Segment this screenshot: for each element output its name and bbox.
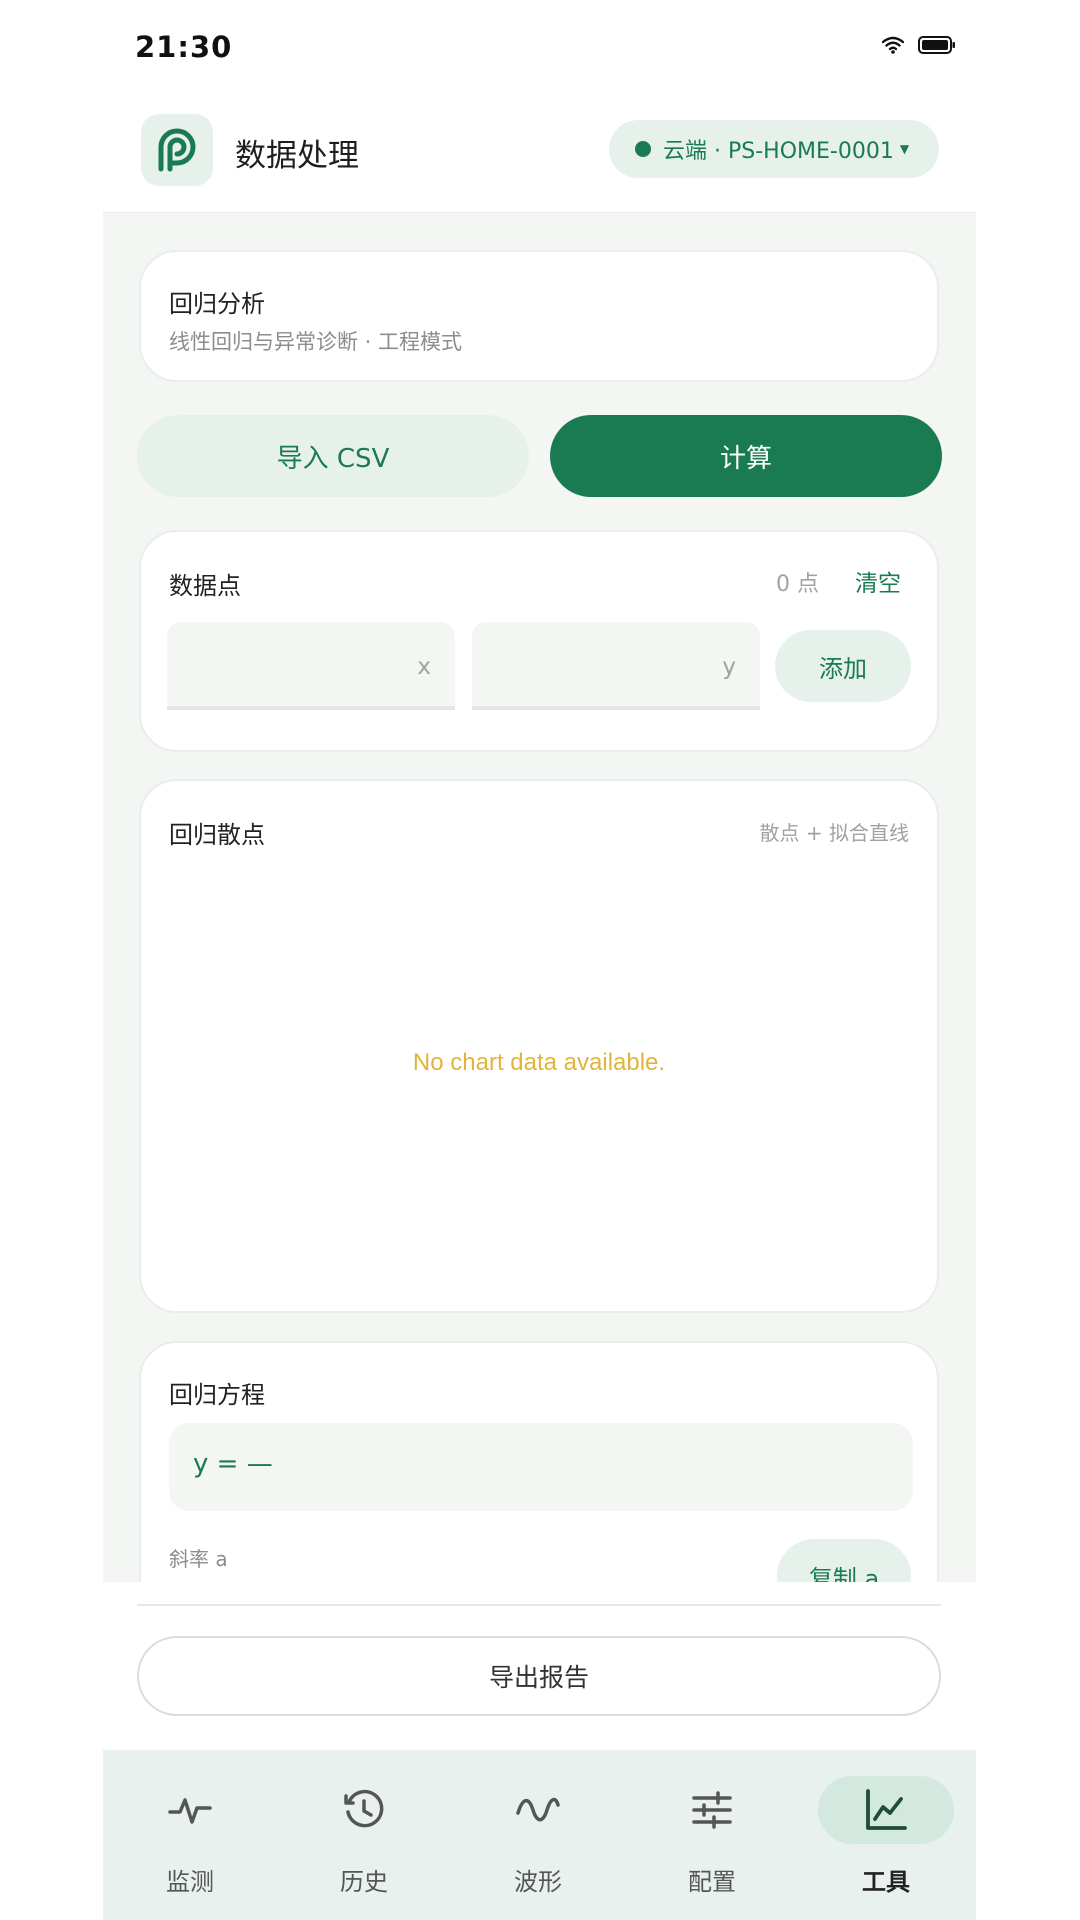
equation-value: y = — (193, 1449, 273, 1479)
intro-card: 回归分析 线性回归与异常诊断 · 工程模式 (139, 250, 939, 382)
clear-button[interactable]: 清空 (855, 564, 901, 598)
equation-card: 回归方程 y = — 斜率 a 复制 a (139, 1341, 939, 1582)
bottom-action-bar: 导出报告 (103, 1582, 976, 1750)
scatter-card: 回归散点 散点 + 拟合直线 No chart data available. (139, 779, 939, 1313)
import-csv-button[interactable]: 导入 CSV (137, 415, 529, 497)
connection-status-dot (635, 141, 651, 157)
data-points-title: 数据点 (169, 572, 241, 600)
wifi-icon (881, 36, 905, 58)
status-icons (881, 36, 956, 58)
nav-label: 监测 (166, 1868, 214, 1896)
app-logo-icon (158, 128, 196, 172)
scatter-hint: 散点 + 拟合直线 (759, 821, 909, 845)
equation-display: y = — (169, 1423, 913, 1511)
export-report-button[interactable]: 导出报告 (137, 1636, 941, 1716)
battery-icon (918, 36, 956, 58)
scroll-content[interactable]: 回归分析 线性回归与异常诊断 · 工程模式 导入 CSV 计算 数据点 0 点 … (103, 213, 976, 1582)
copy-slope-button[interactable]: 复制 a (777, 1539, 911, 1582)
equation-title: 回归方程 (169, 1381, 265, 1409)
intro-subtitle: 线性回归与异常诊断 · 工程模式 (169, 330, 463, 354)
sliders-icon (692, 1791, 732, 1829)
wave-icon (516, 1797, 560, 1822)
add-point-button[interactable]: 添加 (775, 630, 911, 702)
chart-icon (866, 1789, 907, 1830)
slope-label: 斜率 a (169, 1547, 228, 1571)
nav-item-waveform[interactable]: 波形 (451, 1750, 625, 1920)
nav-label: 工具 (862, 1868, 910, 1896)
nav-label: 历史 (340, 1868, 388, 1896)
nav-label: 波形 (514, 1868, 562, 1896)
caret-down-icon: ▼ (899, 142, 910, 156)
nav-item-monitor[interactable]: 监测 (103, 1750, 277, 1920)
x-input[interactable]: x (167, 622, 455, 710)
chart-empty-message: No chart data available. (412, 1049, 666, 1076)
nav-item-history[interactable]: 历史 (277, 1750, 451, 1920)
nav-item-tools[interactable]: 工具 (799, 1750, 973, 1920)
app-header: 数据处理 云端 · PS-HOME-0001 ▼ (103, 98, 976, 213)
status-bar: 21:30 (103, 0, 976, 98)
x-placeholder: x (417, 654, 431, 680)
point-count: 0 点 (776, 572, 819, 597)
y-placeholder: y (722, 654, 736, 680)
history-icon (344, 1789, 384, 1828)
divider (137, 1604, 941, 1606)
app-logo (141, 114, 213, 186)
scatter-title: 回归散点 (169, 821, 265, 849)
compute-button[interactable]: 计算 (550, 415, 942, 497)
bottom-nav: 监测 历史 波形 配置 工具 (103, 1750, 976, 1920)
y-input[interactable]: y (472, 622, 760, 710)
intro-title: 回归分析 (169, 290, 265, 318)
active-indicator (818, 1776, 954, 1844)
status-time: 21:30 (135, 30, 233, 64)
nav-item-config[interactable]: 配置 (625, 1750, 799, 1920)
page-title: 数据处理 (235, 138, 359, 174)
nav-label: 配置 (688, 1868, 736, 1896)
pulse-icon (168, 1798, 212, 1824)
phone-screen: 21:30 数据处理 云端 · PS-HOME-0001 ▼ 回归分析 线性回归… (103, 0, 976, 1920)
data-points-card: 数据点 0 点 清空 x y 添加 (139, 530, 939, 752)
device-selector[interactable]: 云端 · PS-HOME-0001 ▼ (609, 120, 939, 178)
device-name: 云端 · PS-HOME-0001 (663, 139, 894, 164)
